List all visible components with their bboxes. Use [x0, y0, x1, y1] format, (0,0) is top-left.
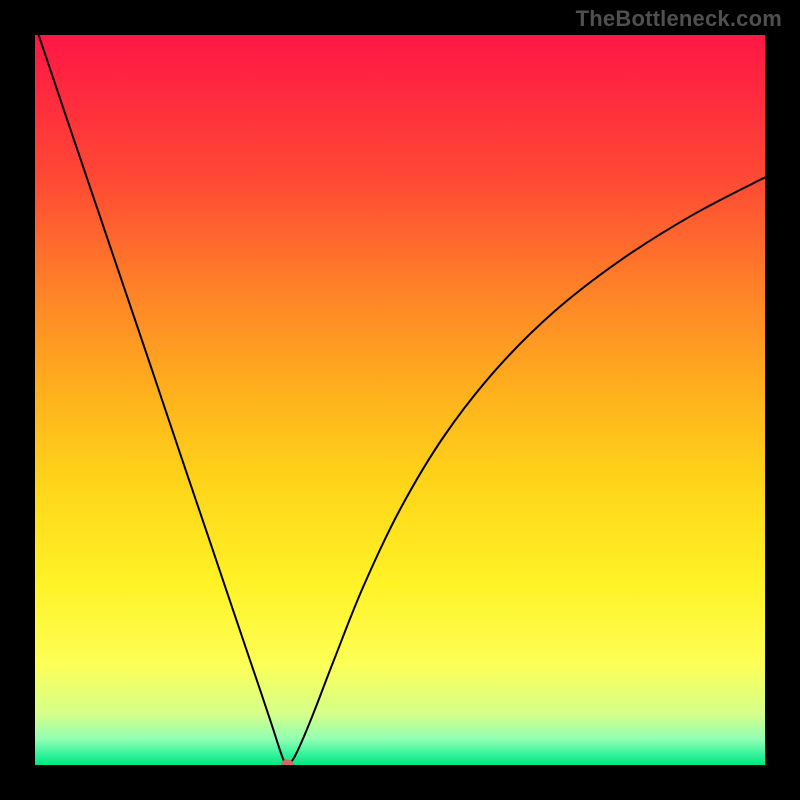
- chart-canvas: [35, 35, 765, 765]
- watermark-text: TheBottleneck.com: [576, 6, 782, 32]
- gradient-background: [35, 35, 765, 765]
- chart-frame: TheBottleneck.com: [0, 0, 800, 800]
- plot-area: [35, 35, 765, 765]
